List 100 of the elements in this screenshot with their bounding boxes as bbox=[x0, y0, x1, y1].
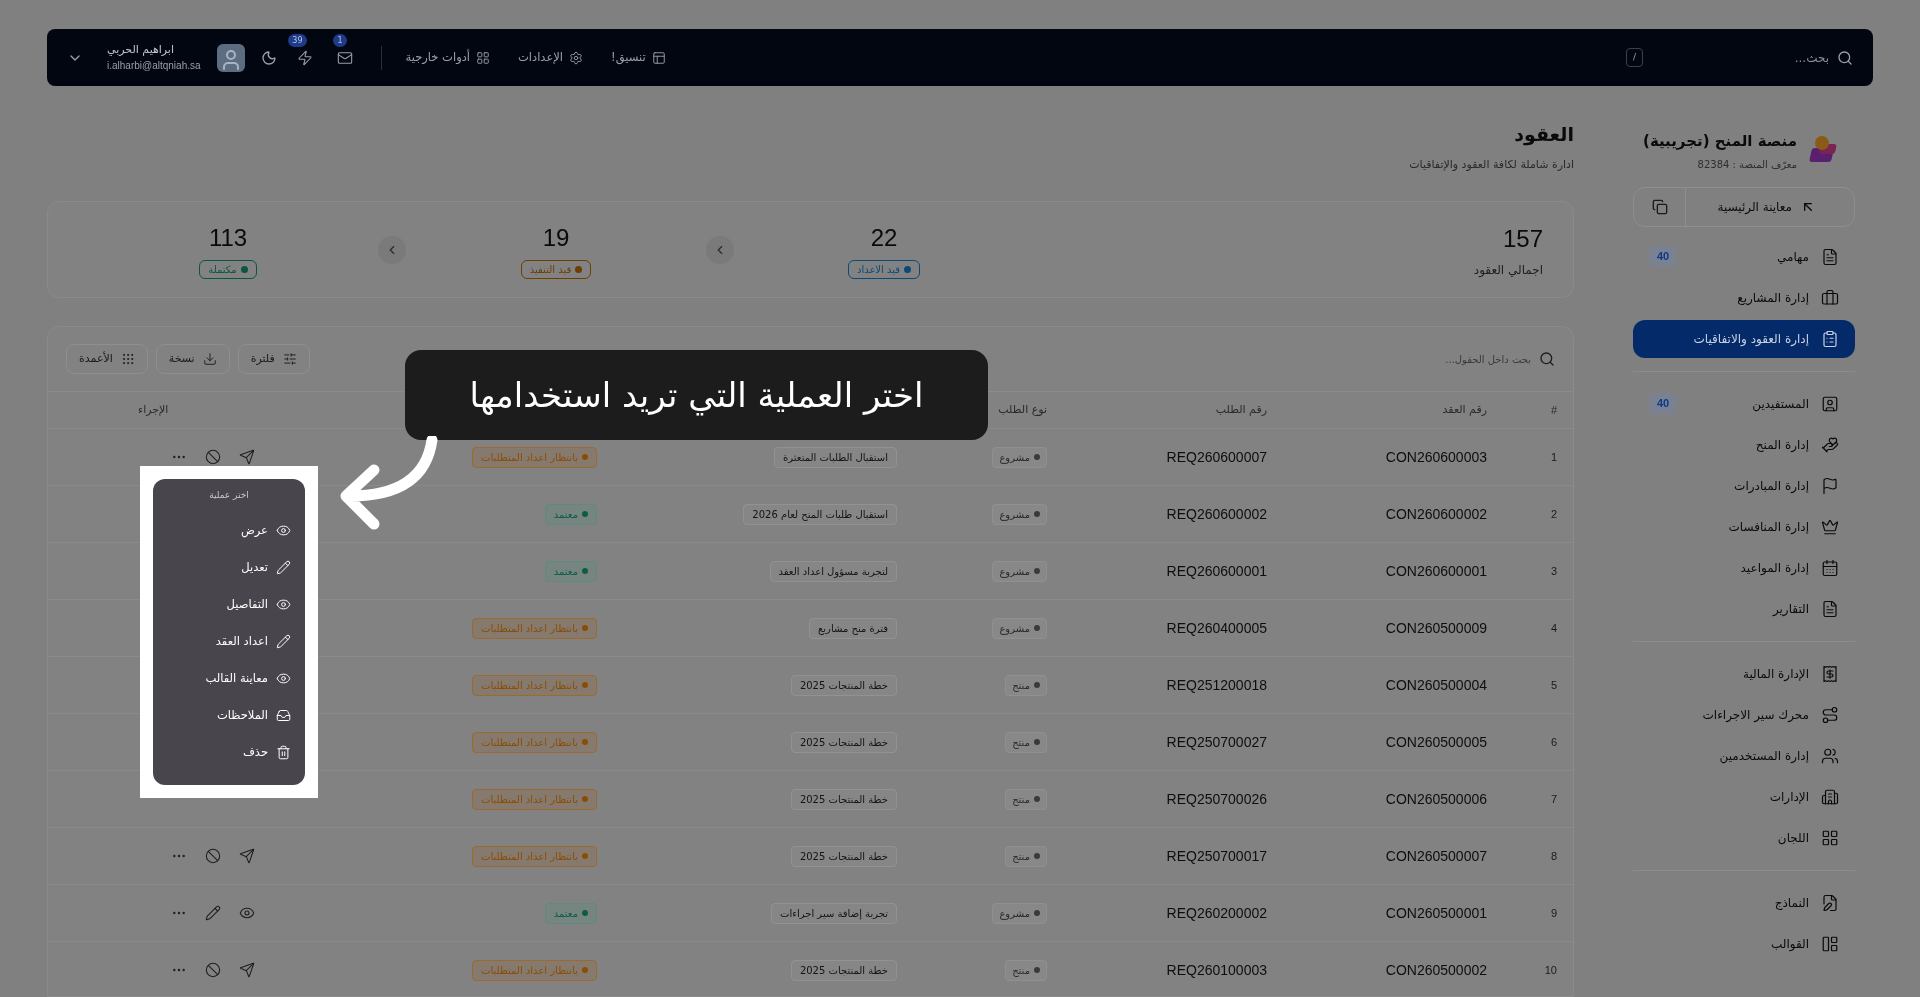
action-button[interactable] bbox=[205, 449, 221, 465]
menu-title: اختر عملية bbox=[208, 489, 250, 502]
block-icon bbox=[205, 962, 221, 978]
grid-icon bbox=[476, 50, 490, 65]
sidebar-item[interactable]: الإدارة المالية bbox=[1633, 654, 1855, 693]
sidebar-item[interactable]: التقارير bbox=[1633, 589, 1855, 628]
name-tag: خطة المنتجات 2025 bbox=[790, 845, 897, 867]
sidebar-item[interactable]: إدارة المبادرات bbox=[1633, 466, 1855, 505]
type-tag: منتج bbox=[1005, 845, 1047, 867]
grip-icon bbox=[120, 352, 135, 366]
moon-icon[interactable] bbox=[260, 49, 277, 66]
sidebar-item[interactable]: اللجان bbox=[1633, 818, 1855, 857]
table-cell-text: 6 bbox=[1549, 734, 1558, 750]
table-cell-text: 10 bbox=[1543, 962, 1558, 978]
toolbar-button[interactable]: نسخة bbox=[155, 344, 230, 374]
status-badge: بانتظار اعداد المتطلبات bbox=[472, 617, 597, 639]
action-button[interactable] bbox=[205, 848, 221, 864]
mail-icon bbox=[336, 49, 353, 66]
sidebar-item[interactable]: الإدارات bbox=[1633, 777, 1855, 816]
sidebar-item[interactable]: النماذج bbox=[1633, 883, 1855, 922]
sidebar-item[interactable]: إدارة المواعيد bbox=[1633, 548, 1855, 587]
shortcut-key: / bbox=[1625, 47, 1643, 68]
eye-icon bbox=[276, 597, 291, 612]
nav-link[interactable]: الإعدادات bbox=[518, 48, 583, 67]
column-header: نوع الطلب bbox=[998, 401, 1047, 418]
stat-value: 113 bbox=[208, 223, 248, 253]
status-badge: بانتظار اعداد المتطلبات bbox=[472, 446, 597, 468]
menu-item[interactable]: اعداد العقد bbox=[167, 627, 291, 656]
avatar[interactable] bbox=[216, 43, 245, 72]
table-cell-text: CON260600003 bbox=[1384, 447, 1488, 467]
sidebar-item[interactable]: إدارة المنح bbox=[1633, 425, 1855, 464]
search-field[interactable]: بحث... bbox=[1729, 48, 1829, 67]
send-icon bbox=[239, 449, 255, 465]
type-tag: مشروع bbox=[992, 503, 1047, 525]
type-tag: منتج bbox=[1005, 731, 1047, 753]
page-title: العقود bbox=[1514, 122, 1574, 148]
route-icon bbox=[1821, 705, 1839, 724]
page-subtitle: ادارة شاملة لكافة العقود والإتفاقيات bbox=[1409, 156, 1574, 173]
menu-item[interactable]: حذف bbox=[167, 738, 291, 767]
table-cell-text: 8 bbox=[1549, 848, 1558, 864]
menu-item[interactable]: تعديل bbox=[167, 553, 291, 582]
tutorial-callout: اختر العملية التي تريد استخدامها bbox=[405, 350, 988, 440]
type-tag: مشروع bbox=[992, 902, 1047, 924]
crown-icon bbox=[1821, 517, 1839, 536]
type-tag: منتج bbox=[1005, 788, 1047, 810]
action-button[interactable] bbox=[205, 905, 221, 921]
table-cell-text: CON260500005 bbox=[1384, 732, 1488, 752]
action-button[interactable] bbox=[205, 962, 221, 978]
status-badge: مكتملة bbox=[199, 260, 257, 279]
status-badge: قيد الاعداد bbox=[847, 260, 921, 279]
menu-item[interactable]: معاينة القالب bbox=[167, 664, 291, 693]
status-badge: بانتظار اعداد المتطلبات bbox=[472, 731, 597, 753]
name-tag: فترة منح مشاريع bbox=[809, 617, 897, 639]
column-header: رقم العقد bbox=[1442, 401, 1487, 418]
status-badge: معتمد bbox=[544, 503, 597, 525]
users-icon bbox=[1821, 746, 1839, 765]
toolbar-button[interactable]: الأعمدة bbox=[66, 344, 148, 374]
action-button[interactable] bbox=[239, 449, 255, 465]
stat-value: 22 bbox=[870, 223, 898, 253]
preview-button[interactable]: معاينة الرئيسية bbox=[1686, 197, 1854, 216]
table-cell-text: REQ260400005 bbox=[1165, 618, 1268, 638]
table-cell-text: 2 bbox=[1549, 506, 1558, 522]
action-button[interactable] bbox=[239, 848, 255, 864]
table-cell-text: REQ260600002 bbox=[1165, 504, 1268, 524]
receipt-icon bbox=[1821, 664, 1839, 683]
type-tag: مشروع bbox=[992, 617, 1047, 639]
menu-item[interactable]: عرض bbox=[167, 516, 291, 545]
block-icon bbox=[205, 449, 221, 465]
type-tag: منتج bbox=[1005, 959, 1047, 981]
sidebar-item[interactable]: محرك سير الاجراءات bbox=[1633, 695, 1855, 734]
table-cell-text: 7 bbox=[1549, 791, 1558, 807]
action-button[interactable] bbox=[239, 962, 255, 978]
column-header: رقم الطلب bbox=[1215, 401, 1267, 418]
clipboard-icon bbox=[1821, 329, 1839, 348]
download-icon bbox=[202, 352, 217, 366]
table-cell-text: 5 bbox=[1549, 677, 1558, 693]
delete-icon bbox=[276, 745, 291, 760]
menu-item[interactable]: الملاحظات bbox=[167, 701, 291, 730]
user-name: ابراهيم الحربي bbox=[107, 41, 174, 58]
sidebar-item[interactable]: إدارة المنافسات bbox=[1633, 507, 1855, 546]
nav-link[interactable]: تنسيق! bbox=[611, 48, 666, 67]
eye-icon bbox=[276, 671, 291, 686]
menu-item[interactable]: التفاصيل bbox=[167, 590, 291, 619]
user-email: i.alharbi@altqniah.sa bbox=[107, 59, 201, 74]
action-button[interactable] bbox=[239, 905, 255, 921]
table-cell-text: CON260500007 bbox=[1384, 846, 1488, 866]
sidebar-item[interactable]: إدارة المستخدمين bbox=[1633, 736, 1855, 775]
sidebar-item[interactable]: القوالب bbox=[1633, 924, 1855, 963]
table-cell-text: CON260600002 bbox=[1384, 504, 1488, 524]
table-search-field[interactable]: بحث داخل الحقول... bbox=[1331, 351, 1531, 367]
nav-link[interactable]: أدوات خارجية bbox=[405, 48, 490, 67]
table-cell-text: REQ250700027 bbox=[1165, 732, 1268, 752]
document-icon bbox=[1821, 599, 1839, 618]
buildings-icon bbox=[1821, 787, 1839, 806]
stat-label: اجمالي العقود bbox=[1473, 261, 1543, 279]
sidebar-item[interactable]: إدارة المشاريع bbox=[1633, 278, 1855, 317]
toolbar-button[interactable]: فلترة bbox=[237, 344, 310, 374]
sidebar-item[interactable]: إدارة العقود والاتفاقيات bbox=[1633, 319, 1855, 358]
table-cell-text: CON260600001 bbox=[1384, 561, 1488, 581]
send-icon bbox=[239, 848, 255, 864]
